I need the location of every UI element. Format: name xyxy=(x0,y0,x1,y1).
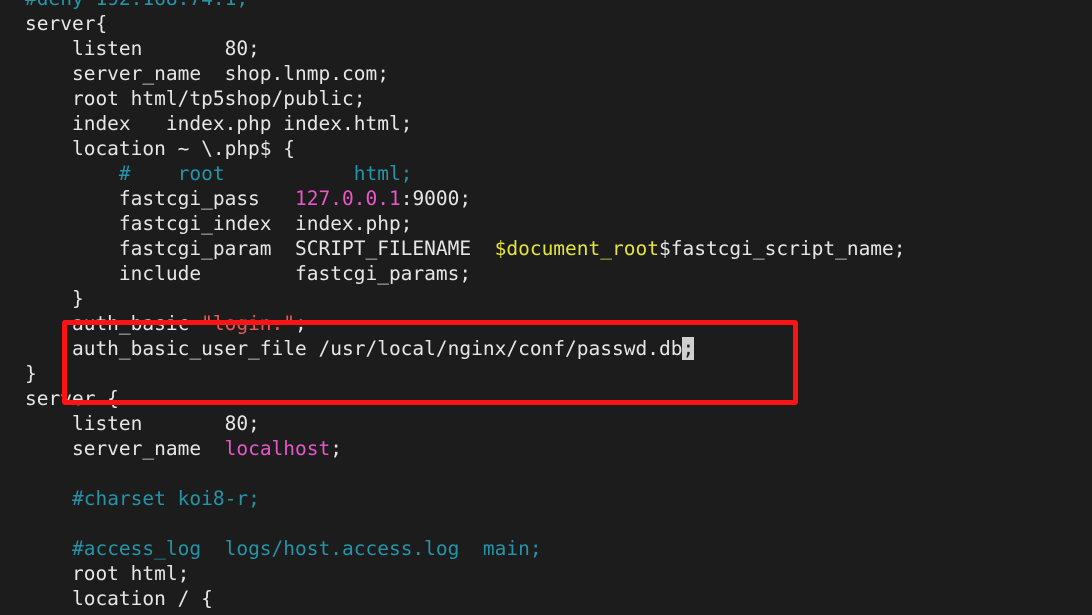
code-token: } xyxy=(25,362,37,385)
code-token: #deny 192.168.74.1; xyxy=(25,0,248,10)
code-line[interactable]: #charset koi8-r; xyxy=(25,486,906,511)
code-line[interactable]: root html/tp5shop/public; xyxy=(25,86,906,111)
code-token: $document_root xyxy=(494,237,659,260)
code-token: location ~ \.php$ { xyxy=(25,137,296,160)
code-token: } xyxy=(25,287,84,310)
code-line[interactable] xyxy=(25,511,906,536)
code-line[interactable]: fastcgi_index index.php; xyxy=(25,211,906,236)
code-token: index index.php index.html; xyxy=(25,112,413,135)
code-token: server_name shop.lnmp.com; xyxy=(25,62,389,85)
code-token: listen 80; xyxy=(25,412,260,435)
code-line[interactable]: server { xyxy=(25,386,906,411)
code-line[interactable]: root html; xyxy=(25,561,906,586)
code-token: "login:" xyxy=(201,312,296,335)
code-token: server { xyxy=(25,387,119,410)
code-token: root html/tp5shop/public; xyxy=(25,87,366,110)
code-line[interactable]: auth_basic "login:"; xyxy=(25,311,906,336)
code-line[interactable]: location / { xyxy=(25,586,906,611)
code-token: server{ xyxy=(25,12,108,35)
code-token: fastcgi_pass xyxy=(25,187,296,210)
code-token: localhost xyxy=(224,437,331,460)
code-line[interactable] xyxy=(25,461,906,486)
code-line[interactable]: #access_log logs/host.access.log main; xyxy=(25,536,906,561)
code-line[interactable]: #deny 192.168.74.1; xyxy=(25,0,906,11)
code-token: #access_log logs/host.access.log main; xyxy=(71,537,542,560)
code-token: auth_basic_user_file /usr/local/nginx/co… xyxy=(25,337,683,360)
code-line[interactable]: server_name localhost; xyxy=(25,436,906,461)
code-token: listen 80; xyxy=(25,37,260,60)
code-line[interactable]: auth_basic_user_file /usr/local/nginx/co… xyxy=(25,336,906,361)
text-cursor: ; xyxy=(682,337,695,360)
code-token: # root html; xyxy=(118,162,413,185)
code-line[interactable]: listen 80; xyxy=(25,36,906,61)
config-file-code[interactable]: #deny 192.168.74.1; server{ listen 80; se… xyxy=(25,0,906,611)
code-line[interactable]: # root html; xyxy=(25,161,906,186)
code-token: root html; xyxy=(25,562,190,585)
code-token: location / { xyxy=(25,587,213,610)
code-token: include fastcgi_params; xyxy=(25,262,472,285)
code-token: fastcgi_index index.php; xyxy=(25,212,413,235)
code-line[interactable]: index index.php index.html; xyxy=(25,111,906,136)
code-line[interactable]: listen 80; xyxy=(25,411,906,436)
code-line[interactable]: } xyxy=(25,286,906,311)
code-token: 127.0.0.1 xyxy=(295,187,401,210)
code-token: server_name xyxy=(25,437,225,460)
code-line[interactable]: server{ xyxy=(25,11,906,36)
code-token: ; xyxy=(295,312,307,335)
code-line[interactable]: include fastcgi_params; xyxy=(25,261,906,286)
code-line[interactable]: server_name shop.lnmp.com; xyxy=(25,61,906,86)
code-token: ; xyxy=(330,437,343,460)
code-line[interactable]: location ~ \.php$ { xyxy=(25,136,906,161)
code-line[interactable]: fastcgi_param SCRIPT_FILENAME $document_… xyxy=(25,236,906,261)
code-line[interactable]: } xyxy=(25,361,906,386)
code-token: $fastcgi_script_name; xyxy=(658,237,906,260)
code-token: auth_basic xyxy=(25,312,202,335)
code-token: :9000; xyxy=(400,187,472,210)
code-token: #charset koi8-r; xyxy=(71,487,260,510)
terminal-editor-window: #deny 192.168.74.1; server{ listen 80; se… xyxy=(0,0,1092,615)
code-line[interactable]: fastcgi_pass 127.0.0.1:9000; xyxy=(25,186,906,211)
code-token: fastcgi_param SCRIPT_FILENAME xyxy=(25,237,495,260)
